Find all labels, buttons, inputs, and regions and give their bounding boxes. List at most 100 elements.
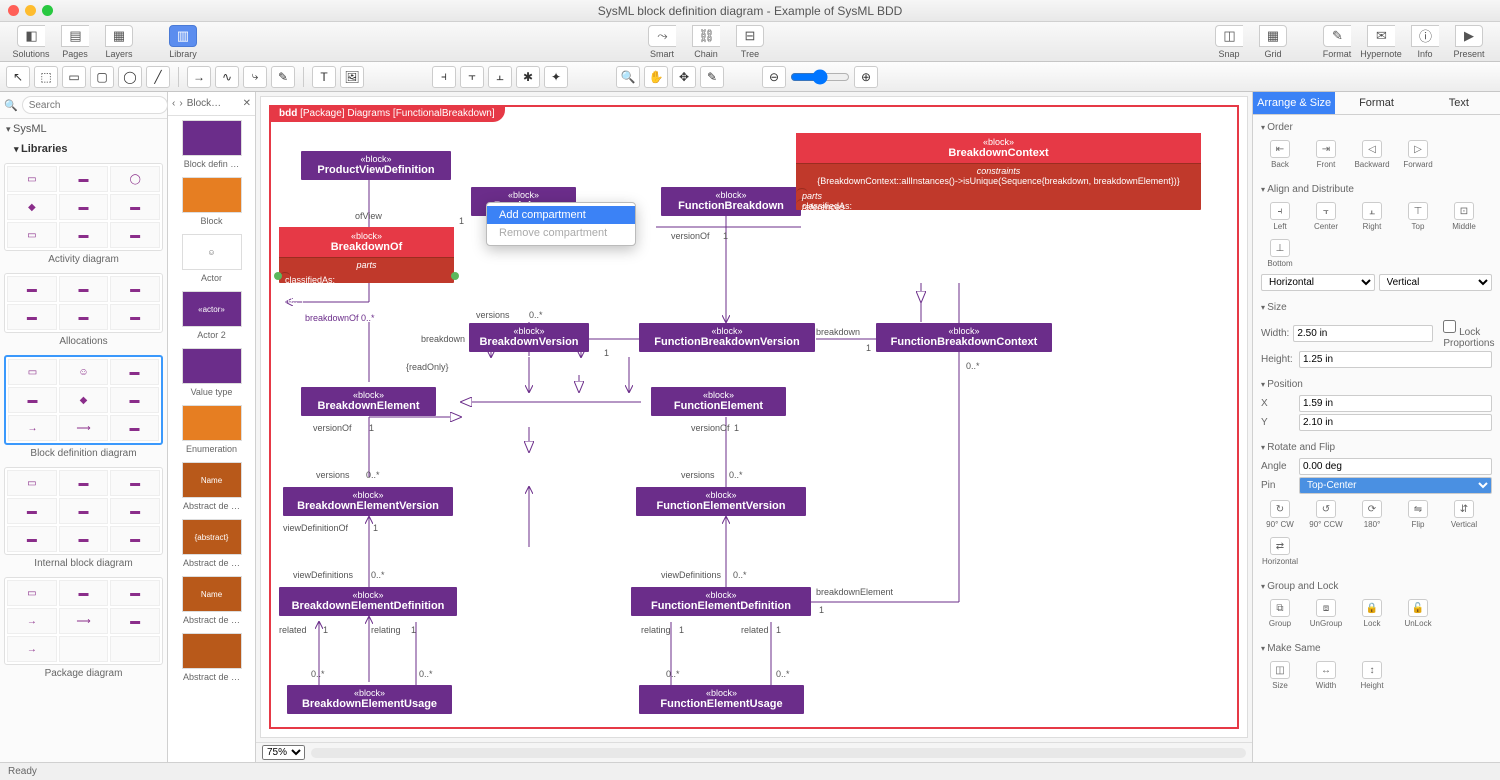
- pages-button[interactable]: ▤Pages: [54, 25, 96, 59]
- btn-forward[interactable]: ▷Forward: [1399, 140, 1437, 169]
- y-input[interactable]: [1299, 414, 1492, 431]
- tab-arrange[interactable]: Arrange & Size: [1253, 92, 1335, 114]
- zoom-out-button[interactable]: ⊖: [762, 66, 786, 88]
- block-breakdownelement[interactable]: «block»BreakdownElement: [301, 387, 436, 416]
- tab-format[interactable]: Format: [1335, 92, 1417, 114]
- eyedropper-tool[interactable]: ✎: [700, 66, 724, 88]
- block-functionelementdef[interactable]: «block»FunctionElementDefinition: [631, 587, 811, 616]
- x-input[interactable]: [1299, 395, 1492, 412]
- library-scroll[interactable]: ▭▬◯◆▬▬▭▬▬ Activity diagram ▬▬▬▬▬▬ Alloca…: [0, 159, 167, 762]
- btn-flip-v[interactable]: ⇵Vertical: [1445, 500, 1483, 529]
- shapes-list[interactable]: Block defin …Block☺Actor«actor»Actor 2Va…: [168, 116, 255, 762]
- shape-item[interactable]: NameAbstract de …: [172, 576, 251, 625]
- resize-handle-left[interactable]: [274, 272, 282, 280]
- btn-align-bottom[interactable]: ⊥Bottom: [1261, 239, 1299, 268]
- shape-item[interactable]: Value type: [172, 348, 251, 397]
- shape-item[interactable]: Block defin …: [172, 120, 251, 169]
- block-functionbreakdowncontext[interactable]: «block»FunctionBreakdownContext: [876, 323, 1052, 352]
- chain-button[interactable]: ⛓Chain: [685, 25, 727, 59]
- lock-proportions[interactable]: [1443, 318, 1456, 335]
- tree-button[interactable]: ⊟Tree: [729, 25, 771, 59]
- format-button[interactable]: ✎Format: [1316, 25, 1358, 59]
- align-tool-1[interactable]: ⫞: [432, 66, 456, 88]
- shape-item[interactable]: Abstract de …: [172, 633, 251, 682]
- btn-backward[interactable]: ◁Backward: [1353, 140, 1391, 169]
- sec-align[interactable]: Align and Distribute: [1261, 181, 1492, 198]
- sec-group[interactable]: Group and Lock: [1261, 578, 1492, 595]
- distribute-v[interactable]: Vertical: [1379, 274, 1493, 291]
- shape-item[interactable]: Block: [172, 177, 251, 226]
- libcat-ibd[interactable]: ▭▬▬▬▬▬▬▬▬ Internal block diagram: [4, 467, 163, 569]
- roundrect-tool[interactable]: ▢: [90, 66, 114, 88]
- shapes-close-icon[interactable]: ✕: [243, 98, 251, 109]
- block-functionelementusage[interactable]: «block»FunctionElementUsage: [639, 685, 804, 714]
- btn-align-center[interactable]: ⫟Center: [1307, 202, 1345, 231]
- pen-tool[interactable]: ✎: [271, 66, 295, 88]
- arrow-tool[interactable]: →: [187, 66, 211, 88]
- block-breakdownelementversion[interactable]: «block»BreakdownElementVersion: [283, 487, 453, 516]
- btn-align-left[interactable]: ⫞Left: [1261, 202, 1299, 231]
- shape-item[interactable]: ☺Actor: [172, 234, 251, 283]
- hscroll[interactable]: [311, 748, 1246, 758]
- btn-same-size[interactable]: ◫Size: [1261, 661, 1299, 690]
- marquee-tool[interactable]: ⬚: [34, 66, 58, 88]
- tree-root[interactable]: SysML: [0, 119, 167, 139]
- block-functionelementversion[interactable]: «block»FunctionElementVersion: [636, 487, 806, 516]
- btn-ungroup[interactable]: ⧈UnGroup: [1307, 599, 1345, 628]
- sec-rotate[interactable]: Rotate and Flip: [1261, 439, 1492, 456]
- block-breakdowncontext[interactable]: «block»BreakdownContext constraints{Brea…: [796, 133, 1201, 210]
- btn-180[interactable]: ⟳180°: [1353, 500, 1391, 529]
- shape-item[interactable]: NameAbstract de …: [172, 462, 251, 511]
- shape-item[interactable]: {abstract}Abstract de …: [172, 519, 251, 568]
- info-button[interactable]: ⓘInfo: [1404, 25, 1446, 59]
- curve-tool[interactable]: ∿: [215, 66, 239, 88]
- close-window-icon[interactable]: [8, 5, 19, 16]
- tab-text[interactable]: Text: [1418, 92, 1500, 114]
- libcat-allocations[interactable]: ▬▬▬▬▬▬ Allocations: [4, 273, 163, 347]
- align-tool-4[interactable]: ✱: [516, 66, 540, 88]
- btn-front[interactable]: ⇥Front: [1307, 140, 1345, 169]
- zoom-in-tool[interactable]: 🔍: [616, 66, 640, 88]
- btn-unlock[interactable]: 🔓UnLock: [1399, 599, 1437, 628]
- btn-align-middle[interactable]: ⊡Middle: [1445, 202, 1483, 231]
- sec-position[interactable]: Position: [1261, 376, 1492, 393]
- btn-lock[interactable]: 🔒Lock: [1353, 599, 1391, 628]
- btn-align-right[interactable]: ⫠Right: [1353, 202, 1391, 231]
- align-tool-2[interactable]: ⫟: [460, 66, 484, 88]
- btn-group[interactable]: ⧉Group: [1261, 599, 1299, 628]
- zoom-window-icon[interactable]: [42, 5, 53, 16]
- text-tool[interactable]: T: [312, 66, 336, 88]
- align-tool-3[interactable]: ⫠: [488, 66, 512, 88]
- resize-handle-right[interactable]: [451, 272, 459, 280]
- pin-select[interactable]: Top-Center: [1299, 477, 1492, 494]
- shapes-back-icon[interactable]: ‹: [172, 98, 175, 109]
- grid-button[interactable]: ▦Grid: [1252, 25, 1294, 59]
- smart-button[interactable]: ⤳Smart: [641, 25, 683, 59]
- block-breakdownversion[interactable]: «block»BreakdownVersion: [469, 323, 589, 352]
- minimize-window-icon[interactable]: [25, 5, 36, 16]
- libcat-bdd[interactable]: ▭☺▬▬◆▬→⟶▬ Block definition diagram: [4, 355, 163, 459]
- distribute-h[interactable]: Horizontal: [1261, 274, 1375, 291]
- layers-button[interactable]: ▦Layers: [98, 25, 140, 59]
- width-input[interactable]: [1293, 325, 1433, 342]
- btn-90ccw[interactable]: ↺90° CCW: [1307, 500, 1345, 529]
- btn-90cw[interactable]: ↻90° CW: [1261, 500, 1299, 529]
- library-button[interactable]: ▥Library: [162, 25, 204, 59]
- height-input[interactable]: [1299, 351, 1492, 368]
- solutions-button[interactable]: ◧Solutions: [10, 25, 52, 59]
- block-breakdownelementdef[interactable]: «block»BreakdownElementDefinition: [279, 587, 457, 616]
- canvas[interactable]: bdd [Package] Diagrams [FunctionalBreakd…: [260, 96, 1248, 738]
- hand-tool[interactable]: ✋: [644, 66, 668, 88]
- zoom-slider[interactable]: [790, 69, 850, 85]
- image-tool[interactable]: 🖼: [340, 66, 364, 88]
- block-functionbreakdownversion[interactable]: «block»FunctionBreakdownVersion: [639, 323, 815, 352]
- sec-same[interactable]: Make Same: [1261, 640, 1492, 657]
- sec-size[interactable]: Size: [1261, 299, 1492, 316]
- pointer-tool[interactable]: ↖: [6, 66, 30, 88]
- btn-align-top[interactable]: ⊤Top: [1399, 202, 1437, 231]
- connector-tool[interactable]: ⤷: [243, 66, 267, 88]
- shape-item[interactable]: Enumeration: [172, 405, 251, 454]
- line-tool[interactable]: ╱: [146, 66, 170, 88]
- block-productviewdef[interactable]: «block»ProductViewDefinition: [301, 151, 451, 180]
- zoom-in-button[interactable]: ⊕: [854, 66, 878, 88]
